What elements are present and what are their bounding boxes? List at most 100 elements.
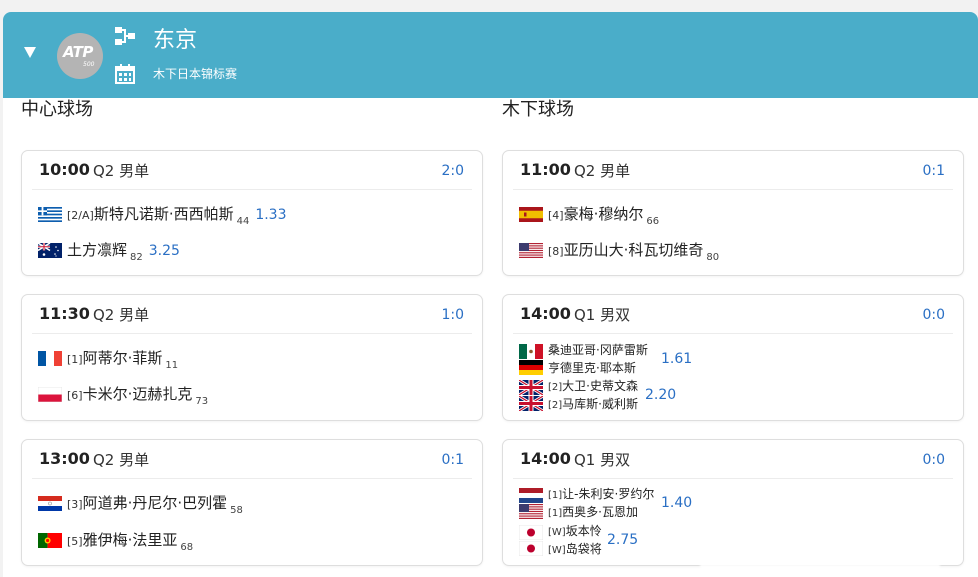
match-card[interactable]: 13:00 Q2 男单 0:1 [3]阿道弗·丹尼尔·巴列霍 58 [5]雅伊梅·… xyxy=(21,439,483,566)
team-odds[interactable]: 1.40 xyxy=(661,494,692,512)
divider xyxy=(513,333,953,334)
player-odds[interactable]: 1.33 xyxy=(255,207,286,223)
team-odds[interactable]: 2.75 xyxy=(607,531,638,549)
match-header: 14:00 Q1 男双 0:0 xyxy=(503,440,963,478)
player-name[interactable]: 大卫·史蒂文森 xyxy=(562,379,638,393)
player-seed: [2] xyxy=(548,400,563,411)
player-name[interactable]: 亚历山大·科瓦切维奇 xyxy=(564,241,704,259)
match-time: 11:30 xyxy=(39,304,90,323)
uk-flag-icon xyxy=(519,380,543,395)
match-card[interactable]: 14:00 Q1 男双 0:0 桑迪亚哥·冈萨雷斯 亨德里克·耶本斯 1.61 … xyxy=(502,294,964,421)
match-round: Q2 男单 xyxy=(93,451,150,469)
court-title-kinoshita: 木下球场 xyxy=(502,99,574,120)
match-round: Q1 男双 xyxy=(574,451,631,469)
player-name[interactable]: 阿道弗·丹尼尔·巴列霍 xyxy=(83,494,228,512)
player-seed: [6] xyxy=(67,389,83,402)
match-time: 13:00 xyxy=(39,449,90,468)
match-time: 11:00 xyxy=(520,160,571,179)
player-name[interactable]: 坂本怜 xyxy=(566,524,602,538)
germany-flag-icon xyxy=(519,360,543,375)
blurred-overlay xyxy=(700,533,940,573)
collapse-triangle-icon[interactable] xyxy=(23,45,37,59)
player-seed: [4] xyxy=(548,209,564,222)
match-score[interactable]: 0:0 xyxy=(922,450,945,470)
player-name[interactable]: 阿蒂尔·菲斯 xyxy=(83,349,163,367)
player-seed: [W] xyxy=(548,545,566,556)
player-seed: [5] xyxy=(67,535,83,548)
usa-flag-icon xyxy=(519,504,543,519)
player-name[interactable]: 岛袋将 xyxy=(566,542,602,556)
japan-flag-icon xyxy=(519,525,543,540)
match-score[interactable]: 1:0 xyxy=(441,305,464,325)
player-seed: [2/A] xyxy=(67,209,94,222)
match-time: 10:00 xyxy=(39,160,90,179)
player-name[interactable]: 马库斯·威利斯 xyxy=(562,397,638,411)
player-rank: 80 xyxy=(706,252,720,263)
match-round: Q1 男双 xyxy=(574,306,631,324)
match-card[interactable]: 11:00 Q2 男单 0:1 [4]豪梅·穆纳尔 66 [8]亚历山大·科瓦切维… xyxy=(502,150,964,276)
player-name[interactable]: 斯特凡诺斯·西西帕斯 xyxy=(94,205,234,223)
match-time: 14:00 xyxy=(520,304,571,323)
divider xyxy=(32,333,472,334)
player-name[interactable]: 豪梅·穆纳尔 xyxy=(564,205,644,223)
match-score[interactable]: 0:1 xyxy=(441,450,464,470)
player-seed: [1] xyxy=(548,508,563,519)
player-rank: 58 xyxy=(230,505,243,516)
player-seed: [8] xyxy=(548,245,564,258)
match-score[interactable]: 2:0 xyxy=(441,161,464,181)
match-round: Q2 男单 xyxy=(93,306,150,324)
divider xyxy=(513,189,953,190)
spain-flag-icon xyxy=(519,207,543,222)
match-card[interactable]: 10:00 Q2 男单 2:0 [2/A]斯特凡诺斯·西西帕斯 44 1.33 土方… xyxy=(21,150,483,276)
atp-logo-number: 500 xyxy=(83,61,95,68)
player-name[interactable]: 卡米尔·迈赫扎克 xyxy=(83,385,193,403)
player-rank: 73 xyxy=(195,396,209,407)
atp-logo: ATP 500 xyxy=(57,33,103,79)
player-name[interactable]: 桑迪亚哥·冈萨雷斯 xyxy=(548,343,648,357)
tournament-city[interactable]: 东京 xyxy=(153,27,197,55)
player-rank: 11 xyxy=(165,360,179,371)
usa-flag-icon xyxy=(519,243,543,258)
paraguay-flag-icon xyxy=(38,496,62,511)
match-header: 11:30 Q2 男单 1:0 xyxy=(22,295,482,333)
player-rank: 44 xyxy=(236,216,250,227)
divider xyxy=(513,478,953,479)
uk-flag-icon xyxy=(519,396,543,411)
match-score[interactable]: 0:0 xyxy=(922,305,945,325)
japan-flag-icon xyxy=(519,541,543,556)
player-seed: [2] xyxy=(548,382,563,393)
match-score[interactable]: 0:1 xyxy=(922,161,945,181)
calendar-icon[interactable] xyxy=(114,63,136,85)
player-name[interactable]: 亨德里克·耶本斯 xyxy=(548,361,636,375)
player-rank: 82 xyxy=(130,252,143,263)
player-odds[interactable]: 3.25 xyxy=(149,243,180,259)
france-flag-icon xyxy=(38,351,62,366)
court-title-center: 中心球场 xyxy=(21,99,93,120)
player-name[interactable]: 西奥多·瓦恩加 xyxy=(562,505,638,519)
match-round: Q2 男单 xyxy=(93,162,150,180)
tournament-name: 木下日本锦标赛 xyxy=(153,67,238,81)
team-odds[interactable]: 2.20 xyxy=(645,386,676,404)
player-rank: 66 xyxy=(646,216,660,227)
match-card[interactable]: 11:30 Q2 男单 1:0 [1]阿蒂尔·菲斯 11 [6]卡米尔·迈赫扎克 7… xyxy=(21,294,483,421)
australia-flag-icon xyxy=(38,243,62,258)
player-name[interactable]: 雅伊梅·法里亚 xyxy=(83,531,178,549)
tournament-header[interactable]: ATP 500 东京 木下日本锦标赛 xyxy=(3,12,978,98)
match-round: Q2 男单 xyxy=(574,162,631,180)
player-seed: [3] xyxy=(67,498,83,511)
team-odds[interactable]: 1.61 xyxy=(661,350,692,368)
player-seed: [W] xyxy=(548,527,566,538)
atp-logo-text: ATP xyxy=(63,43,93,61)
player-name[interactable]: 让-朱利安·罗约尔 xyxy=(562,487,654,501)
match-time: 14:00 xyxy=(520,449,571,468)
greece-flag-icon xyxy=(38,207,62,222)
player-seed: [1] xyxy=(548,490,563,501)
draw-bracket-icon[interactable] xyxy=(114,26,136,46)
match-header: 11:00 Q2 男单 0:1 xyxy=(503,151,963,189)
portugal-flag-icon xyxy=(38,533,62,548)
netherlands-flag-icon xyxy=(519,488,543,503)
match-header: 10:00 Q2 男单 2:0 xyxy=(22,151,482,189)
divider xyxy=(32,478,472,479)
divider xyxy=(32,189,472,190)
player-name[interactable]: 土方凛辉 xyxy=(67,241,127,259)
